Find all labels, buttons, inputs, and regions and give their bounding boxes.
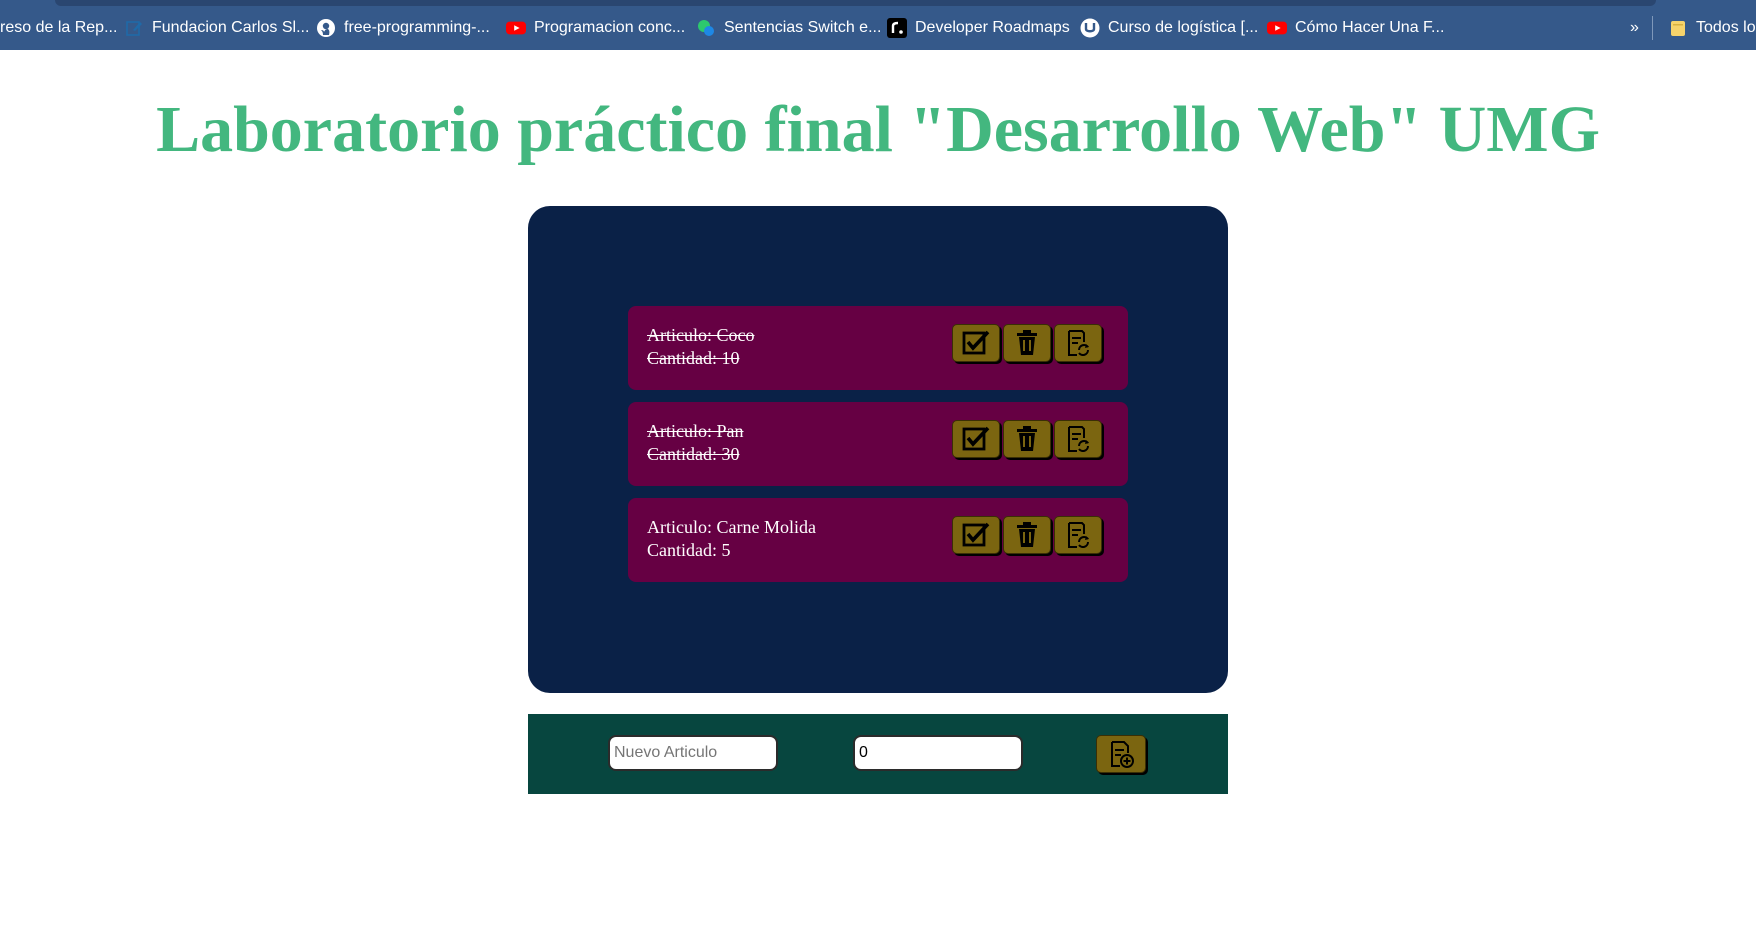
bookmark-label: Programacion conc...	[534, 19, 686, 36]
bookmark-label: Cómo Hacer Una F...	[1295, 19, 1445, 36]
page-title: Laboratorio práctico final "Desarrollo W…	[156, 93, 1600, 166]
bookmark-item[interactable]: Sentencias Switch e...	[696, 17, 881, 39]
item-article: Articulo: Pan	[647, 421, 744, 441]
bookmark-label: Curso de logística [...	[1108, 19, 1259, 36]
update-button[interactable]	[1054, 324, 1102, 362]
site-icon	[696, 18, 716, 38]
bookmark-item[interactable]: Developer Roadmaps	[887, 17, 1070, 39]
item-article: Articulo: Carne Molida	[647, 517, 816, 537]
tab-strip-edge	[55, 0, 1656, 6]
bookmark-item[interactable]: Curso de logística [...	[1080, 17, 1258, 39]
github-icon	[316, 18, 336, 38]
item-quantity: Cantidad: 5	[647, 540, 731, 560]
trash-icon	[1017, 330, 1037, 355]
item-actions	[952, 324, 1102, 362]
add-item-button[interactable]	[1096, 735, 1146, 773]
mark-done-button[interactable]	[952, 516, 1000, 554]
document-refresh-icon	[1068, 330, 1089, 356]
item-actions	[952, 516, 1102, 554]
item-actions	[952, 420, 1102, 458]
delete-button[interactable]	[1003, 420, 1051, 458]
item-text: Articulo: Carne Molida Cantidad: 5	[647, 516, 816, 562]
item-quantity: Cantidad: 10	[647, 348, 740, 368]
update-button[interactable]	[1054, 516, 1102, 554]
item-quantity: Cantidad: 30	[647, 444, 740, 464]
item-text: Articulo: Coco Cantidad: 10	[647, 324, 754, 370]
list-item: Articulo: Coco Cantidad: 10	[628, 306, 1128, 390]
bookmark-item[interactable]: Fundacion Carlos Sl...	[124, 17, 309, 39]
bookmarks-divider	[1652, 16, 1653, 40]
udemy-icon	[1080, 18, 1100, 38]
list-item: Articulo: Carne Molida Cantidad: 5	[628, 498, 1128, 582]
youtube-icon	[1267, 18, 1287, 38]
mark-done-button[interactable]	[952, 324, 1000, 362]
bookmarks-bar: reso de la Rep... Fundacion Carlos Sl...…	[0, 0, 1756, 50]
trash-icon	[1017, 522, 1037, 547]
checkbox-check-icon	[962, 330, 990, 355]
youtube-icon	[506, 18, 526, 38]
bookmark-label: Fundacion Carlos Sl...	[152, 19, 310, 36]
bookmark-item[interactable]: reso de la Rep...	[0, 17, 117, 39]
bookmark-label: free-programming-...	[344, 19, 490, 36]
folder-icon	[1668, 18, 1688, 38]
items-panel: Articulo: Coco Cantidad: 10 Articulo: Pa…	[528, 206, 1228, 693]
bookmark-label: Developer Roadmaps	[915, 19, 1070, 36]
mark-done-button[interactable]	[952, 420, 1000, 458]
trash-icon	[1017, 426, 1037, 451]
roadmap-icon	[887, 18, 907, 38]
checkbox-check-icon	[962, 426, 990, 451]
article-input[interactable]	[608, 735, 778, 771]
document-refresh-icon	[1068, 426, 1089, 452]
quantity-input[interactable]	[853, 735, 1023, 771]
bookmark-item[interactable]: free-programming-...	[316, 17, 490, 39]
bookmark-item[interactable]: Cómo Hacer Una F...	[1267, 17, 1444, 39]
bookmark-item[interactable]: Programacion conc...	[506, 17, 685, 39]
list-item: Articulo: Pan Cantidad: 30	[628, 402, 1128, 486]
add-item-form	[528, 714, 1228, 794]
bookmark-label: Todos los	[1696, 19, 1756, 36]
document-add-icon	[1111, 741, 1134, 768]
item-text: Articulo: Pan Cantidad: 30	[647, 420, 744, 466]
bookmark-label: Sentencias Switch e...	[724, 19, 882, 36]
bookmark-label: reso de la Rep...	[0, 19, 118, 36]
edit-icon	[124, 18, 144, 38]
checkbox-check-icon	[962, 522, 990, 547]
delete-button[interactable]	[1003, 324, 1051, 362]
delete-button[interactable]	[1003, 516, 1051, 554]
update-button[interactable]	[1054, 420, 1102, 458]
chevron-double-right-icon: »	[1630, 19, 1639, 36]
item-article: Articulo: Coco	[647, 325, 755, 345]
document-refresh-icon	[1068, 522, 1089, 548]
bookmark-folder[interactable]: Todos los	[1668, 17, 1756, 39]
more-bookmarks-button[interactable]: »	[1630, 17, 1639, 39]
